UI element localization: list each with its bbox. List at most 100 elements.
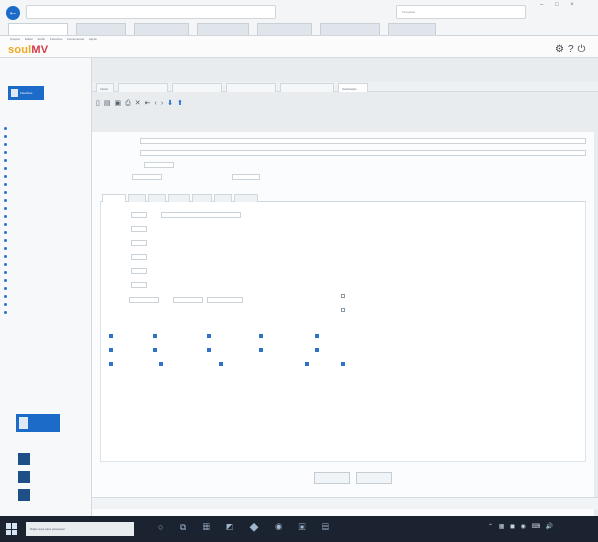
new-icon[interactable]: ▯ xyxy=(96,100,104,107)
checkbox-item[interactable] xyxy=(341,362,345,366)
sidebar-item[interactable] xyxy=(4,204,92,212)
description-field[interactable] xyxy=(140,150,586,156)
checkbox-item[interactable] xyxy=(315,334,319,338)
sidebar-item[interactable] xyxy=(4,164,92,172)
favorites-button[interactable]: Favoritos xyxy=(8,86,44,100)
sidebar-item[interactable] xyxy=(4,244,92,252)
request-field[interactable] xyxy=(140,138,586,144)
sidebar-item[interactable] xyxy=(4,284,92,292)
menu-bar[interactable]: Arquivo Editar Exibir Favoritos Ferramen… xyxy=(10,37,97,41)
sidebar-item[interactable] xyxy=(4,156,92,164)
browser-tab[interactable] xyxy=(388,23,436,35)
download-icon[interactable]: ⬇ xyxy=(167,100,177,107)
sidebar-item[interactable] xyxy=(4,212,92,220)
checkbox-item[interactable] xyxy=(315,348,319,352)
checkbox-item[interactable] xyxy=(207,334,211,338)
form-tab[interactable] xyxy=(214,194,232,202)
browser-tab[interactable] xyxy=(320,23,380,35)
browser-tab[interactable] xyxy=(8,23,68,35)
option-checkbox-2[interactable] xyxy=(341,308,345,312)
browser-tab[interactable] xyxy=(257,23,312,35)
detail-field-1[interactable] xyxy=(161,212,241,218)
checkbox-item[interactable] xyxy=(305,362,309,366)
taskbar-apps[interactable]: ○ ⧉ ▦ ◩ ◆ ◉ ▣ ▤ xyxy=(158,522,336,533)
sidebar-item[interactable] xyxy=(4,196,92,204)
checkbox-item[interactable] xyxy=(109,348,113,352)
taskbar-search-input[interactable]: Digite aqui para pesquisar xyxy=(26,522,134,536)
sidebar-item[interactable] xyxy=(4,308,92,316)
document-tab[interactable]: Solicitação xyxy=(338,83,368,92)
sidebar-item[interactable] xyxy=(4,236,92,244)
checkbox-item[interactable] xyxy=(219,362,223,366)
system-tray[interactable]: ⌃ ▦ ◼ ◉ ⌨ 🔊 xyxy=(488,523,555,530)
open-icon[interactable]: ▤ xyxy=(104,100,115,107)
form-tab[interactable] xyxy=(234,194,258,202)
sidebar-item[interactable] xyxy=(4,252,92,260)
checkbox-item[interactable] xyxy=(109,334,113,338)
sidebar-item[interactable] xyxy=(4,292,92,300)
sidebar-item[interactable] xyxy=(4,132,92,140)
document-tab[interactable] xyxy=(280,83,334,92)
quantity-field[interactable] xyxy=(207,297,243,303)
ok-button[interactable] xyxy=(314,472,350,484)
checkbox-item[interactable] xyxy=(153,334,157,338)
header-icons[interactable]: ⚙?⏻ xyxy=(555,44,589,55)
form-tab[interactable] xyxy=(128,194,146,202)
browser-search-input[interactable]: Pesquisar xyxy=(396,5,526,19)
form-tab[interactable] xyxy=(148,194,166,202)
back-arrow-icon[interactable]: ← xyxy=(6,6,20,20)
form-tab[interactable] xyxy=(192,194,212,202)
save-icon[interactable]: ▣ xyxy=(114,100,125,107)
value-field-1[interactable] xyxy=(131,212,147,218)
end-date-field[interactable] xyxy=(173,297,203,303)
quick-button-1[interactable] xyxy=(18,452,78,466)
cancel-button[interactable] xyxy=(356,472,392,484)
date-field[interactable] xyxy=(144,162,174,168)
delete-icon[interactable]: ✕ xyxy=(135,100,145,107)
checkbox-item[interactable] xyxy=(207,348,211,352)
sidebar-item[interactable] xyxy=(4,276,92,284)
first-icon[interactable]: ⇤ xyxy=(145,100,155,107)
sidebar-item[interactable] xyxy=(4,188,92,196)
sidebar-item[interactable] xyxy=(4,180,92,188)
checkbox-item[interactable] xyxy=(153,348,157,352)
browser-tab[interactable] xyxy=(197,23,249,35)
value-field-2[interactable] xyxy=(131,226,147,232)
document-tab[interactable]: Inicial xyxy=(96,83,114,92)
form-tab[interactable] xyxy=(102,194,126,202)
quick-button-2[interactable] xyxy=(18,470,78,484)
sidebar-item[interactable] xyxy=(4,124,92,132)
value-field-5[interactable] xyxy=(131,268,147,274)
windows-start-icon[interactable] xyxy=(6,523,18,535)
value-field-6[interactable] xyxy=(131,282,147,288)
browser-tab[interactable] xyxy=(134,23,189,35)
start-date-field[interactable] xyxy=(129,297,159,303)
form-tab[interactable] xyxy=(168,194,190,202)
sidebar-bottom-button[interactable] xyxy=(16,414,60,432)
sidebar-item[interactable] xyxy=(4,260,92,268)
sidebar-item[interactable] xyxy=(4,148,92,156)
sidebar-item[interactable] xyxy=(4,268,92,276)
checkbox-item[interactable] xyxy=(259,334,263,338)
value-field-3[interactable] xyxy=(131,240,147,246)
upload-icon[interactable]: ⬆ xyxy=(177,100,187,107)
sidebar-item[interactable] xyxy=(4,300,92,308)
print-icon[interactable]: ⎙ xyxy=(125,100,135,107)
option-checkbox-1[interactable] xyxy=(341,294,345,298)
sidebar-item[interactable] xyxy=(4,172,92,180)
help-icon[interactable]: ? xyxy=(568,44,578,55)
type-field[interactable] xyxy=(132,174,162,180)
sidebar-item[interactable] xyxy=(4,220,92,228)
power-icon[interactable]: ⏻ xyxy=(578,44,590,55)
quick-button-3[interactable] xyxy=(18,488,78,502)
checkbox-item[interactable] xyxy=(109,362,113,366)
sidebar-item[interactable] xyxy=(4,228,92,236)
browser-tab[interactable] xyxy=(76,23,126,35)
checkbox-item[interactable] xyxy=(259,348,263,352)
address-bar[interactable] xyxy=(26,5,276,19)
value-field-4[interactable] xyxy=(131,254,147,260)
sidebar-item[interactable] xyxy=(4,140,92,148)
status-field[interactable] xyxy=(232,174,260,180)
checkbox-item[interactable] xyxy=(159,362,163,366)
document-tab[interactable] xyxy=(118,83,168,92)
